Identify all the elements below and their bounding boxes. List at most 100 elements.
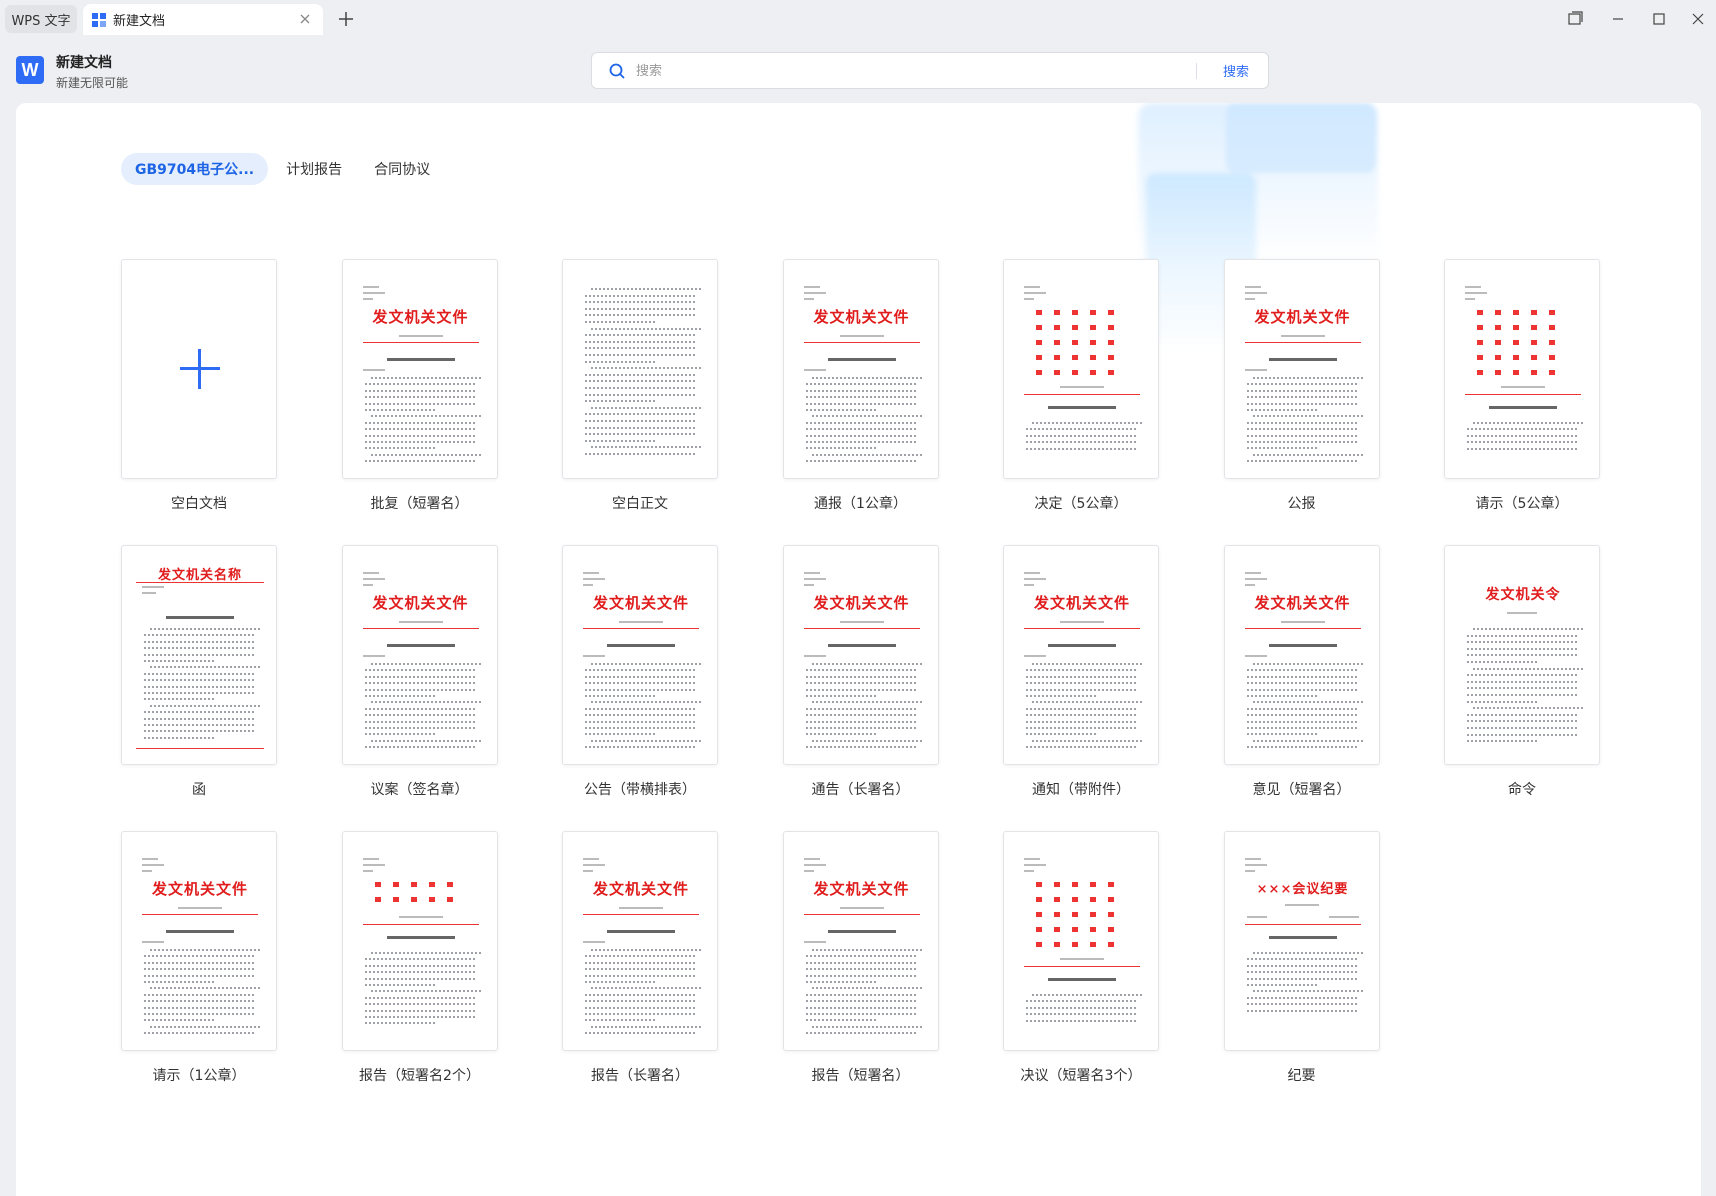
template-card[interactable]: 发文机关文件 报告（长署名）	[562, 831, 722, 1091]
restore-layout-icon[interactable]	[1565, 9, 1585, 29]
meta-line	[142, 941, 164, 943]
text-line	[1246, 727, 1359, 729]
meta-line	[362, 870, 373, 872]
text-line	[364, 1003, 477, 1006]
text-line	[1026, 1019, 1138, 1022]
text-line	[370, 952, 483, 954]
template-card[interactable]: 发文机关文件 通知（带附件）	[1003, 545, 1163, 805]
template-card[interactable]: 空白正文	[562, 259, 722, 519]
template-card[interactable]: 发文机关文件 报告（短署名）	[782, 831, 943, 1091]
text-line	[585, 714, 697, 717]
text-line	[1032, 422, 1144, 424]
text-line	[1032, 701, 1144, 704]
maximize-icon[interactable]	[1649, 9, 1669, 29]
text-line	[805, 421, 918, 424]
text-line	[591, 949, 703, 951]
template-thumbnail[interactable]: 发文机关文件	[1223, 259, 1380, 479]
template-thumbnail[interactable]: ×××会议纪要	[1223, 831, 1380, 1051]
tab-gb9704[interactable]: GB9704电子公...	[121, 153, 269, 185]
close-tab-icon[interactable]	[297, 11, 313, 27]
template-thumbnail[interactable]: 发文机关文件	[121, 831, 277, 1051]
text-line	[364, 675, 477, 678]
text-line	[144, 1013, 256, 1015]
template-card[interactable]: 请示（5公章）	[1444, 259, 1604, 519]
text-line	[1473, 667, 1585, 670]
text-line	[364, 434, 477, 437]
template-card[interactable]: 发文机关文件 请示（1公章）	[121, 831, 281, 1091]
red-separator	[803, 628, 920, 629]
text-line	[1246, 402, 1359, 405]
red-separator	[803, 914, 920, 915]
close-window-icon[interactable]	[1688, 9, 1708, 29]
doc-heading: 发文机关文件	[372, 594, 469, 612]
template-card[interactable]: 发文机关文件 公告（带横排表）	[562, 545, 722, 805]
template-thumbnail[interactable]	[562, 259, 718, 479]
template-thumbnail[interactable]	[341, 831, 498, 1051]
text-line	[805, 409, 876, 411]
tab-new-document[interactable]: 新建文档	[83, 4, 323, 35]
text-line	[364, 1016, 477, 1018]
template-thumbnail[interactable]	[1003, 831, 1159, 1051]
template-thumbnail[interactable]: 发文机关令	[1444, 545, 1600, 765]
text-line	[1246, 714, 1359, 717]
template-thumbnail[interactable]	[1003, 259, 1159, 479]
text-line	[150, 704, 262, 707]
add-tab-icon[interactable]	[336, 9, 356, 29]
template-card[interactable]: 发文机关文件 通告（长署名）	[782, 545, 943, 805]
template-thumbnail[interactable]: 发文机关文件	[782, 259, 939, 479]
text-line	[144, 640, 256, 643]
template-label: 报告（短署名2个）	[359, 1068, 480, 1084]
template-thumbnail[interactable]: 发文机关文件	[782, 545, 939, 765]
text-line	[144, 961, 256, 964]
text-line	[364, 720, 477, 723]
template-card[interactable]: 发文机关文件 公报	[1223, 259, 1384, 519]
template-thumbnail[interactable]: 发文机关文件	[341, 545, 498, 765]
template-card[interactable]: 发文机关文件 通报（1公章）	[782, 259, 943, 519]
template-card[interactable]: 发文机关名称函	[121, 545, 281, 805]
text-line	[1032, 994, 1144, 996]
minimize-icon[interactable]	[1608, 9, 1628, 29]
template-card[interactable]: 发文机关文件 批复（短署名）	[341, 259, 502, 519]
template-thumbnail[interactable]: 发文机关名称	[121, 545, 277, 765]
search-input[interactable]	[636, 59, 1236, 83]
template-thumbnail[interactable]: 发文机关文件	[341, 259, 498, 479]
template-thumbnail[interactable]: 发文机关文件	[562, 831, 718, 1051]
template-card[interactable]: 发文机关令 命令	[1444, 545, 1604, 805]
template-card[interactable]: 决议（短署名3个）	[1003, 831, 1163, 1091]
meta-line	[1024, 298, 1034, 300]
tab-wps-writer[interactable]: WPS 文字	[5, 5, 77, 33]
tab-plan-report[interactable]: 计划报告	[272, 153, 356, 185]
template-card[interactable]: ×××会议纪要 纪要	[1223, 831, 1384, 1091]
text-line	[1246, 971, 1359, 974]
template-card[interactable]: 决定（5公章）	[1003, 259, 1163, 519]
text-line	[144, 717, 256, 720]
template-thumbnail[interactable]	[121, 259, 277, 479]
red-separator	[1024, 394, 1140, 395]
template-thumbnail[interactable]	[1444, 259, 1600, 479]
template-card[interactable]: 发文机关文件 意见（短署名）	[1223, 545, 1384, 805]
meta-line	[362, 572, 379, 574]
text-line	[805, 707, 918, 710]
text-line	[805, 441, 918, 443]
text-line	[364, 714, 477, 717]
doc-heading: 发文机关名称	[157, 568, 242, 583]
template-card[interactable]: 发文机关文件 议案（签名章）	[341, 545, 502, 805]
text-line	[1252, 739, 1365, 742]
text-line	[364, 727, 477, 729]
template-thumbnail[interactable]: 发文机关文件	[782, 831, 939, 1051]
doc-heading: 发文机关文件	[592, 594, 689, 612]
template-card[interactable]: 报告（短署名2个）	[341, 831, 502, 1091]
template-thumbnail[interactable]: 发文机关文件	[1223, 545, 1380, 765]
template-panel: GB9704电子公... 计划报告 合同协议 空白文档 发文机关文件 批复（短署名）…	[16, 103, 1701, 1196]
meta-line	[583, 864, 605, 866]
meta-line	[1246, 916, 1267, 918]
template-card[interactable]: 空白文档	[121, 259, 281, 519]
text-line	[1032, 739, 1144, 742]
meta-line	[398, 335, 443, 337]
search-bar: 搜索	[591, 52, 1269, 89]
tab-contract[interactable]: 合同协议	[360, 153, 444, 185]
template-thumbnail[interactable]: 发文机关文件	[1003, 545, 1159, 765]
search-button[interactable]: 搜索	[1208, 53, 1264, 88]
issuer-name-row	[1036, 942, 1116, 947]
template-thumbnail[interactable]: 发文机关文件	[562, 545, 718, 765]
